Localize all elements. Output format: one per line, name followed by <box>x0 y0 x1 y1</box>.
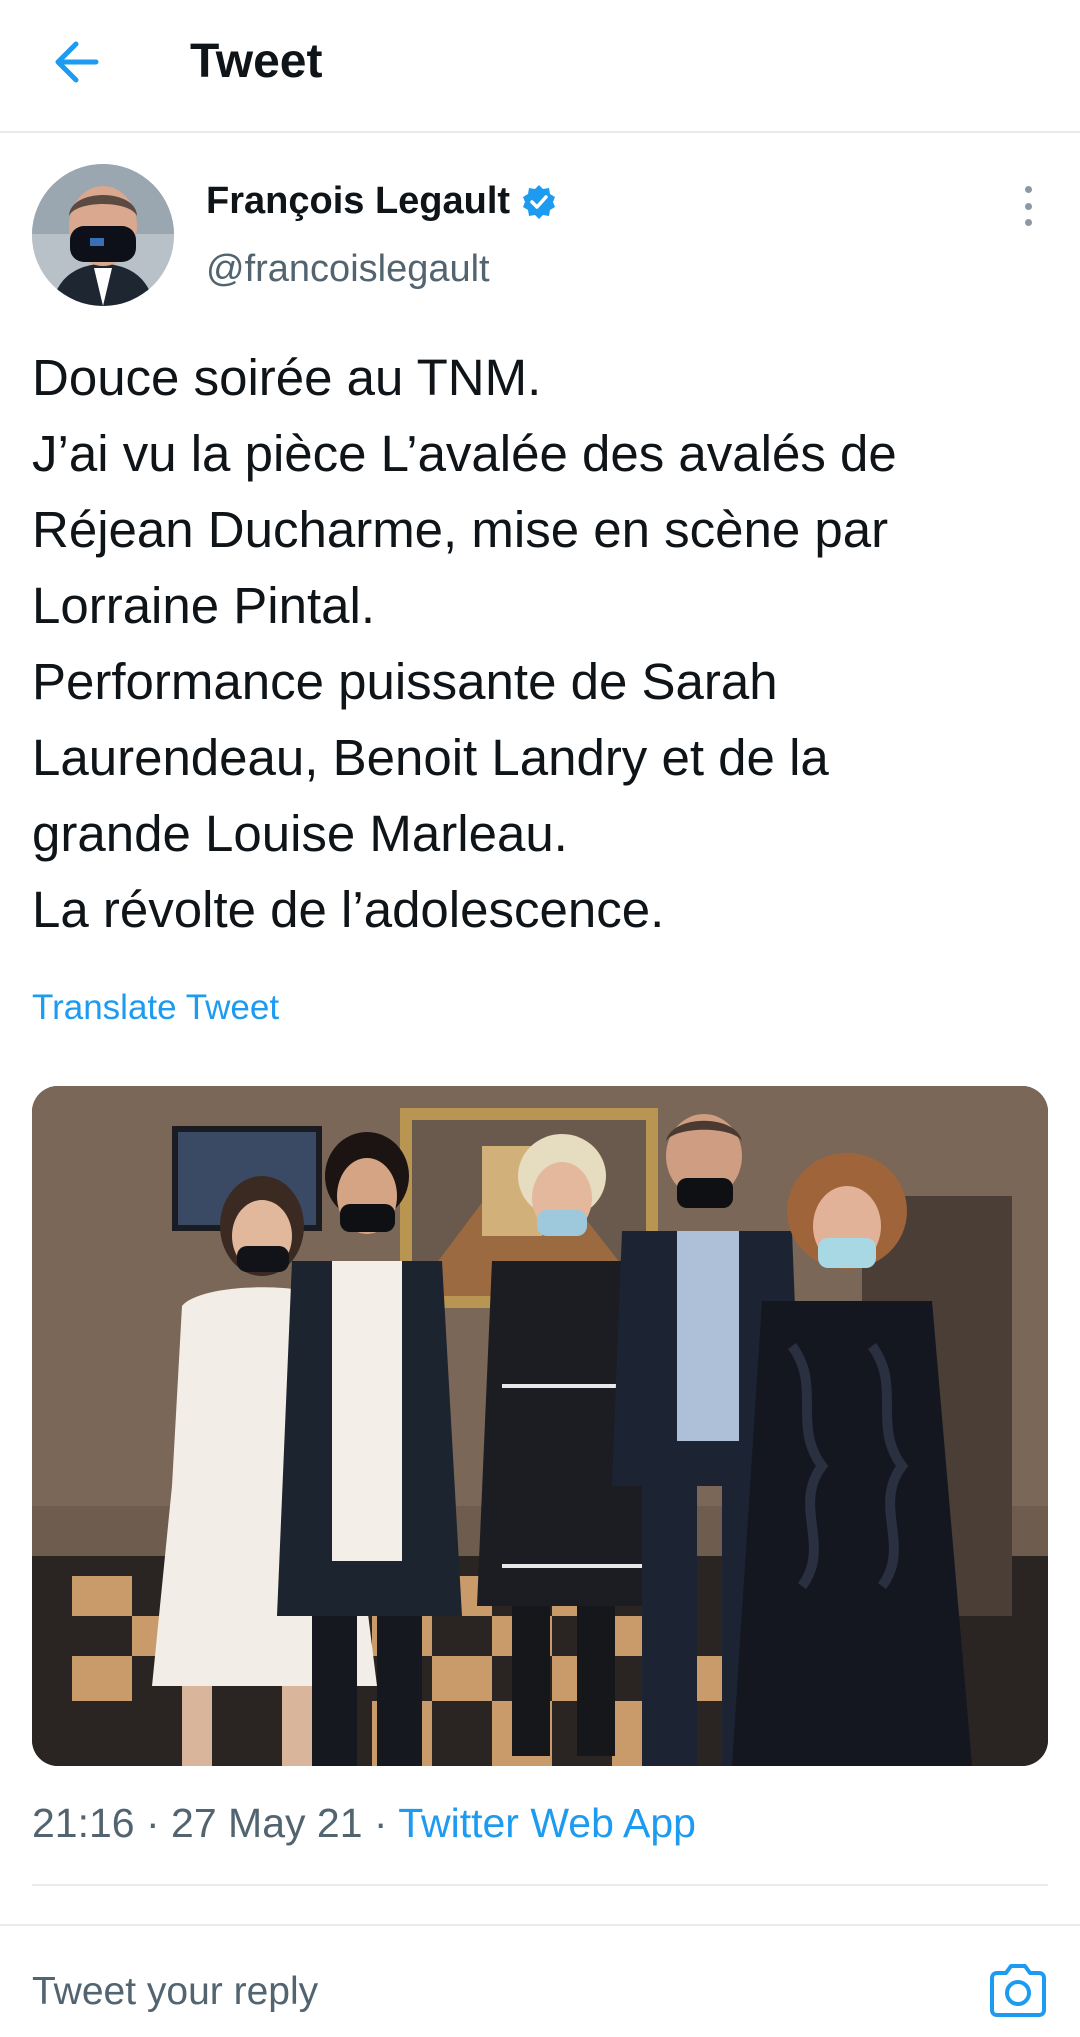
top-bar: Tweet <box>0 0 1080 133</box>
tweet-text-line: Performance puissante de Sarah <box>32 653 778 710</box>
tweet-text-line: La révolte de l’adolescence. <box>32 881 665 938</box>
more-dot-icon <box>1024 202 1032 210</box>
more-dot-icon <box>1024 219 1032 226</box>
verified-badge-icon <box>523 184 556 219</box>
divider <box>0 1924 1080 1926</box>
tweet-photo-image <box>32 1086 1048 1766</box>
page-title: Tweet <box>190 35 323 88</box>
divider <box>32 1884 1048 1886</box>
meta-separator: · <box>362 1800 399 1846</box>
meta-separator: · <box>134 1800 172 1846</box>
avatar[interactable] <box>32 164 174 306</box>
author-name[interactable]: François Legault <box>206 180 558 223</box>
tweet-photo[interactable] <box>32 1086 1048 1766</box>
reply-input[interactable] <box>32 1960 932 2024</box>
tweet-date: 27 May 21 <box>171 1800 363 1846</box>
back-button[interactable] <box>40 30 112 94</box>
tweet-time: 21:16 <box>32 1800 135 1846</box>
tweet-text-line: Douce soirée au TNM. <box>32 349 542 406</box>
more-dot-icon <box>1024 186 1032 193</box>
camera-button[interactable] <box>986 1960 1050 2020</box>
tweet-text-line: J’ai vu la pièce L’avalée des avalés de <box>32 425 897 482</box>
camera-icon <box>990 1964 1046 2017</box>
author-name-text: François Legault <box>206 180 511 222</box>
tweet-text-line: grande Louise Marleau. <box>32 805 568 862</box>
author-handle[interactable]: @francoislegault <box>206 248 490 291</box>
tweet-text-line: Laurendeau, Benoit Landry et de la <box>32 729 829 786</box>
tweet-text-line: Lorraine Pintal. <box>32 577 376 634</box>
tweet-meta: 21:16 · 27 May 21 · Twitter Web App <box>32 1800 696 1847</box>
tweet-source-link[interactable]: Twitter Web App <box>398 1800 696 1846</box>
arrow-left-icon <box>55 41 99 83</box>
translate-tweet-link[interactable]: Translate Tweet <box>32 988 279 1028</box>
avatar-photo <box>32 164 174 306</box>
more-options-button[interactable] <box>1010 178 1046 234</box>
tweet-text: Douce soirée au TNM. J’ai vu la pièce L’… <box>32 340 1052 948</box>
tweet-text-line: Réjean Ducharme, mise en scène par <box>32 501 889 558</box>
tweet-detail-screen: Tweet François Legault @francoislegault … <box>0 0 1080 2037</box>
